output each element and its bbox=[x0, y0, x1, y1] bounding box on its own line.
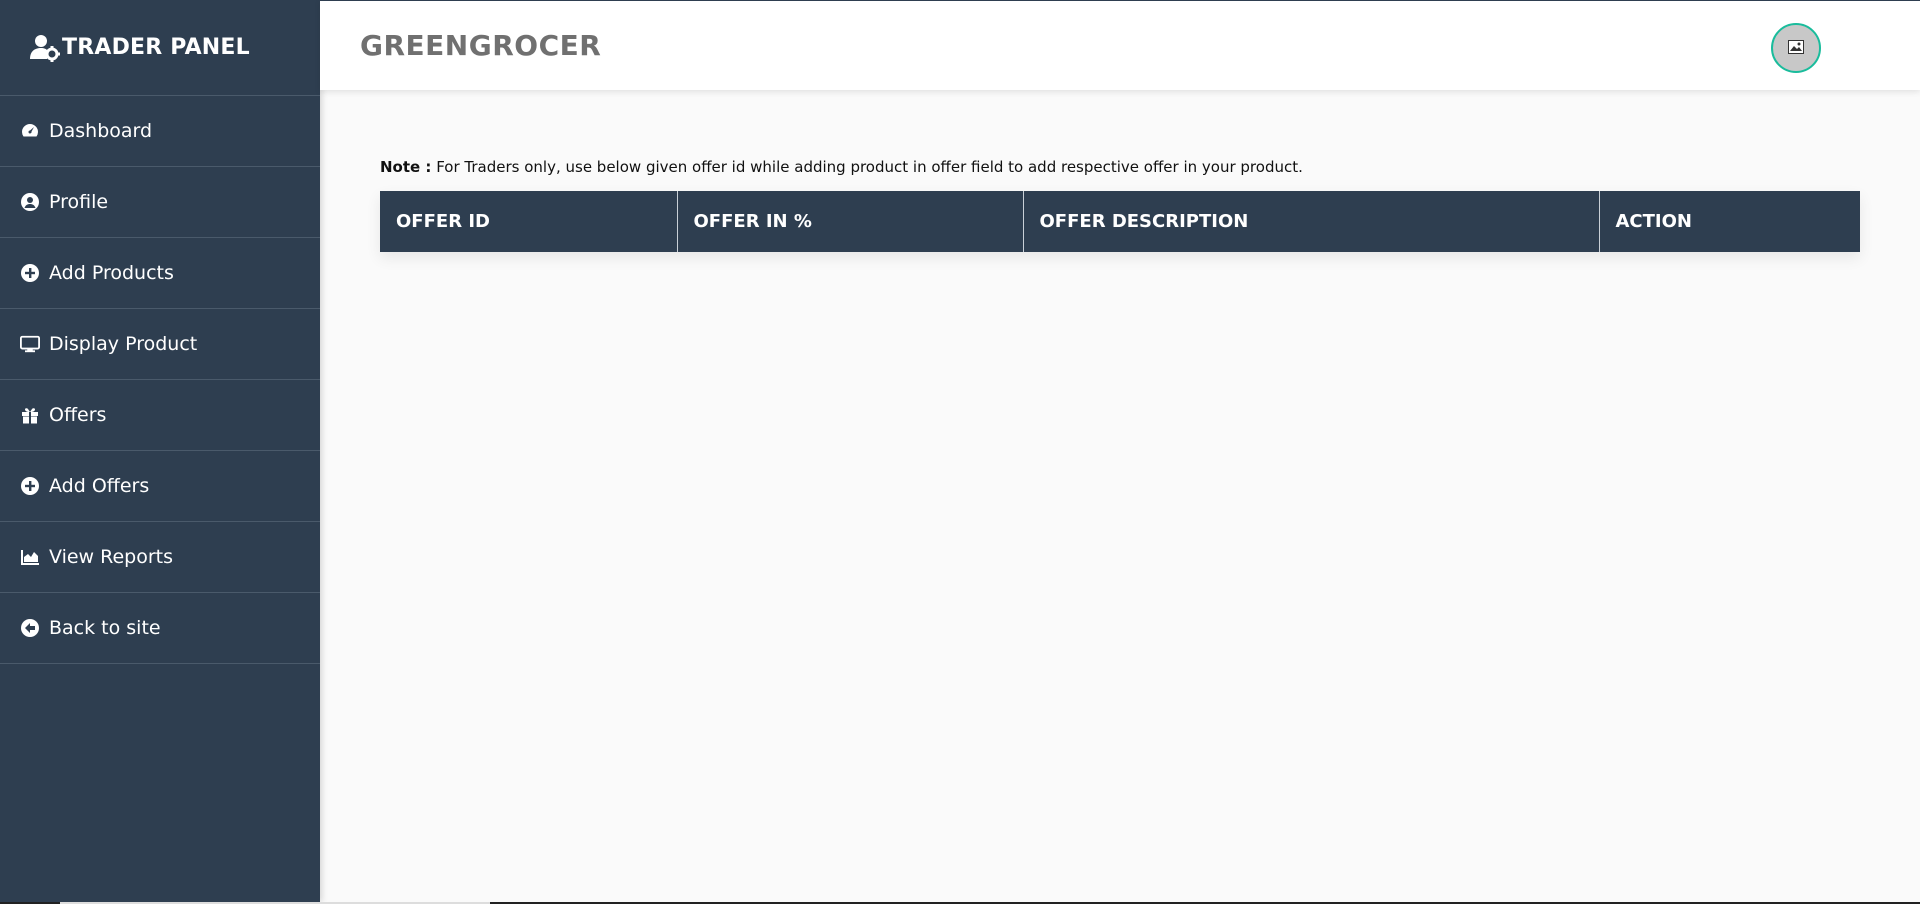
sidebar-item-label: Dashboard bbox=[49, 120, 153, 142]
sidebar-item-dashboard[interactable]: Dashboard bbox=[0, 96, 320, 167]
sidebar-item-view-reports[interactable]: View Reports bbox=[0, 522, 320, 593]
area-chart-icon bbox=[19, 546, 41, 568]
column-header-offer-percent: OFFER IN % bbox=[677, 191, 1024, 252]
trader-note: Note : For Traders only, use below given… bbox=[380, 158, 1303, 176]
sidebar: TRADER PANEL Dashboard Profile Add Produ… bbox=[0, 0, 320, 902]
column-header-offer-id: OFFER ID bbox=[380, 191, 678, 252]
sidebar-item-label: Add Offers bbox=[49, 475, 150, 497]
gauge-icon bbox=[19, 120, 41, 142]
offers-table: OFFER ID OFFER IN % OFFER DESCRIPTION AC… bbox=[380, 191, 1860, 252]
column-header-action: ACTION bbox=[1599, 191, 1860, 252]
top-header: GREENGROCER bbox=[320, 0, 1920, 90]
sidebar-item-label: Display Product bbox=[49, 333, 198, 355]
column-header-offer-description: OFFER DESCRIPTION bbox=[1023, 191, 1600, 252]
sidebar-item-profile[interactable]: Profile bbox=[0, 167, 320, 238]
brand-title: TRADER PANEL bbox=[62, 35, 250, 60]
user-circle-icon bbox=[19, 191, 41, 213]
desktop-icon bbox=[19, 333, 41, 355]
sidebar-item-label: Profile bbox=[49, 191, 109, 213]
sidebar-item-offers[interactable]: Offers bbox=[0, 380, 320, 451]
plus-circle-icon bbox=[19, 262, 41, 284]
sidebar-item-label: Back to site bbox=[49, 617, 161, 639]
sidebar-item-back-to-site[interactable]: Back to site bbox=[0, 593, 320, 664]
brand: TRADER PANEL bbox=[0, 0, 320, 96]
note-text: For Traders only, use below given offer … bbox=[431, 158, 1303, 176]
sidebar-item-label: Add Products bbox=[49, 262, 174, 284]
sidebar-item-label: View Reports bbox=[49, 546, 174, 568]
sidebar-item-add-offers[interactable]: Add Offers bbox=[0, 451, 320, 522]
arrow-circle-left-icon bbox=[19, 617, 41, 639]
gift-icon bbox=[19, 404, 41, 426]
plus-circle-icon bbox=[19, 475, 41, 497]
image-icon bbox=[1788, 39, 1804, 58]
trader-panel-app: TRADER PANEL Dashboard Profile Add Produ… bbox=[0, 0, 1920, 902]
user-gear-icon bbox=[30, 33, 60, 63]
sidebar-item-display-product[interactable]: Display Product bbox=[0, 309, 320, 380]
sidebar-item-add-products[interactable]: Add Products bbox=[0, 238, 320, 309]
site-title: GREENGROCER bbox=[360, 29, 602, 62]
avatar[interactable] bbox=[1771, 23, 1821, 73]
offers-table-container: OFFER ID OFFER IN % OFFER DESCRIPTION AC… bbox=[380, 191, 1860, 252]
table-header-row: OFFER ID OFFER IN % OFFER DESCRIPTION AC… bbox=[380, 191, 1860, 252]
sidebar-item-label: Offers bbox=[49, 404, 107, 426]
note-label: Note : bbox=[380, 158, 432, 176]
